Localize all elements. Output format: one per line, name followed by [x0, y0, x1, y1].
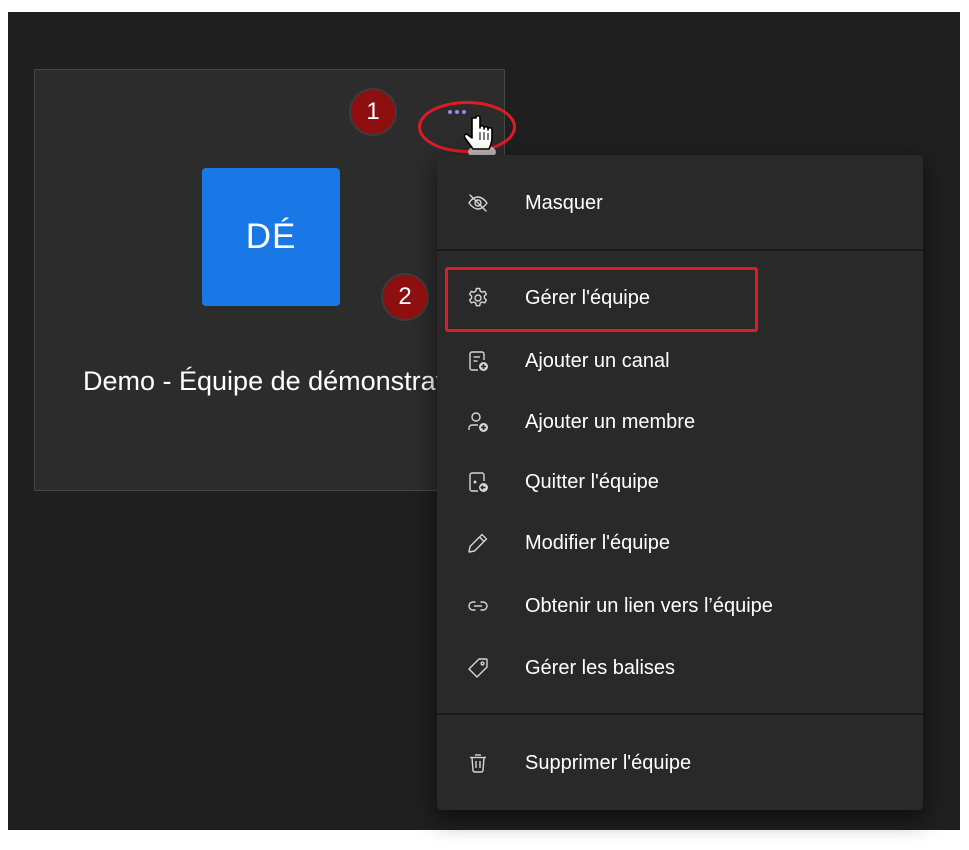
- team-name: Demo - Équipe de démonstration: [83, 366, 480, 396]
- hand-cursor-icon: [463, 114, 496, 159]
- menu-item-label: Supprimer l'équipe: [525, 751, 692, 774]
- menu-item-add-channel[interactable]: Ajouter un canal: [437, 333, 923, 389]
- menu-item-edit-team[interactable]: Modifier l'équipe: [437, 515, 923, 571]
- tag-icon: [466, 656, 490, 680]
- pencil-icon: [466, 531, 490, 555]
- team-avatar-initials: DÉ: [245, 217, 297, 256]
- menu-item-label: Ajouter un membre: [525, 410, 696, 433]
- menu-item-label: Quitter l'équipe: [525, 470, 659, 493]
- link-icon: [466, 594, 490, 618]
- leave-team-icon: [466, 470, 490, 494]
- team-avatar: DÉ: [202, 168, 340, 306]
- menu-item-add-member[interactable]: Ajouter un membre: [437, 394, 923, 450]
- menu-item-hide[interactable]: Masquer: [437, 175, 923, 231]
- menu-item-label: Modifier l'équipe: [525, 531, 671, 554]
- highlight-rectangle: [445, 267, 758, 332]
- menu-item-leave-team[interactable]: Quitter l'équipe: [437, 454, 923, 510]
- menu-item-label: Gérer les balises: [525, 656, 676, 679]
- add-channel-icon: [466, 349, 490, 373]
- eye-off-icon: [466, 191, 490, 215]
- menu-divider: [437, 713, 923, 715]
- add-person-icon: [466, 410, 490, 434]
- menu-item-label: Obtenir un lien vers l’équipe: [525, 594, 773, 617]
- menu-item-delete-team[interactable]: Supprimer l'équipe: [437, 735, 923, 791]
- menu-item-label: Masquer: [525, 191, 603, 214]
- menu-item-manage-tags[interactable]: Gérer les balises: [437, 640, 923, 696]
- teams-app-background: DÉ Demo - Équipe de démonstration 1 Masq…: [8, 12, 960, 830]
- step-badge-1: 1: [351, 90, 395, 134]
- menu-item-get-link[interactable]: Obtenir un lien vers l’équipe: [437, 578, 923, 634]
- menu-divider: [437, 249, 923, 251]
- menu-item-label: Ajouter un canal: [525, 349, 670, 372]
- step-badge-2: 2: [383, 275, 427, 319]
- team-context-menu: Masquer Gérer l'équipe Ajouter un canal …: [437, 155, 923, 810]
- trash-icon: [466, 751, 490, 775]
